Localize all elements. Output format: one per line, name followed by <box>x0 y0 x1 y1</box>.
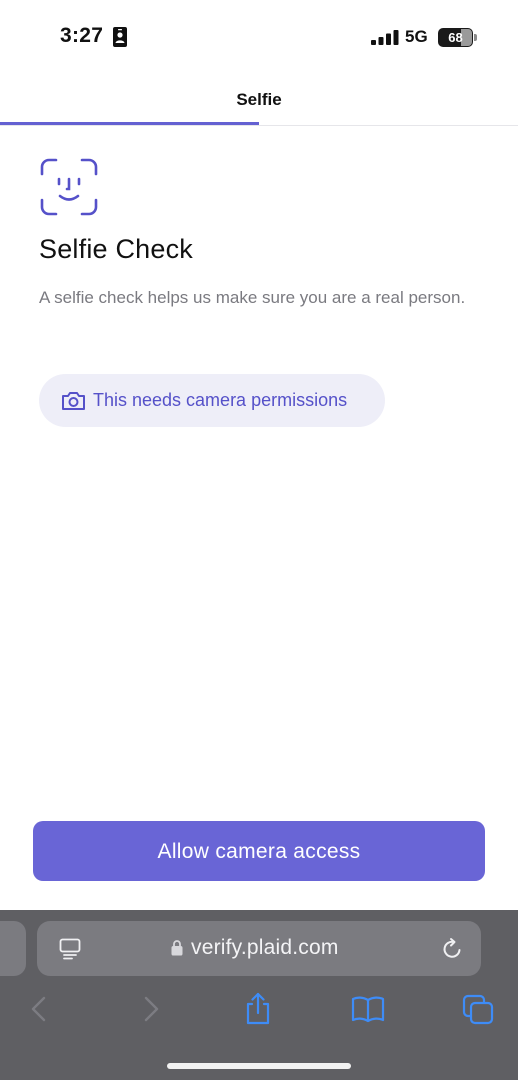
battery-tip <box>474 34 477 41</box>
step-title: Selfie <box>236 90 282 109</box>
camera-permission-notice: This needs camera permissions <box>39 374 385 427</box>
page-description: A selfie check helps us make sure you ar… <box>39 288 466 307</box>
browser-nav-toolbar <box>0 992 518 1032</box>
home-indicator <box>167 1063 351 1069</box>
step-header: Selfie <box>0 74 518 126</box>
previous-tab-edge[interactable] <box>0 921 26 976</box>
reader-icon[interactable] <box>59 938 81 960</box>
network-type: 5G <box>405 27 428 46</box>
address-bar[interactable]: verify.plaid.com <box>37 921 481 976</box>
id-card-icon <box>113 27 127 47</box>
camera-icon <box>62 392 85 410</box>
back-icon[interactable] <box>22 992 56 1026</box>
battery-icon: 68 <box>438 28 478 47</box>
lock-icon <box>171 940 183 956</box>
share-icon[interactable] <box>241 992 275 1026</box>
camera-permission-text: This needs camera permissions <box>93 390 348 410</box>
battery-percent: 68 <box>448 30 463 45</box>
face-scan-icon <box>40 158 98 216</box>
url-text[interactable]: verify.plaid.com <box>191 936 339 960</box>
browser-toolbar: verify.plaid.com <box>0 910 518 1080</box>
reload-icon[interactable] <box>440 937 464 961</box>
allow-camera-access-button[interactable]: Allow camera access <box>33 821 485 881</box>
tabs-icon[interactable] <box>461 992 495 1026</box>
page-title: Selfie Check <box>39 234 193 264</box>
bookmarks-icon[interactable] <box>351 992 385 1026</box>
progress-fill <box>0 122 259 125</box>
cellular-signal-icon <box>371 30 399 45</box>
status-time: 3:27 <box>60 24 104 47</box>
progress-track <box>0 122 518 125</box>
forward-icon[interactable] <box>134 992 168 1026</box>
status-bar: 3:27 5G 68 <box>0 0 518 74</box>
